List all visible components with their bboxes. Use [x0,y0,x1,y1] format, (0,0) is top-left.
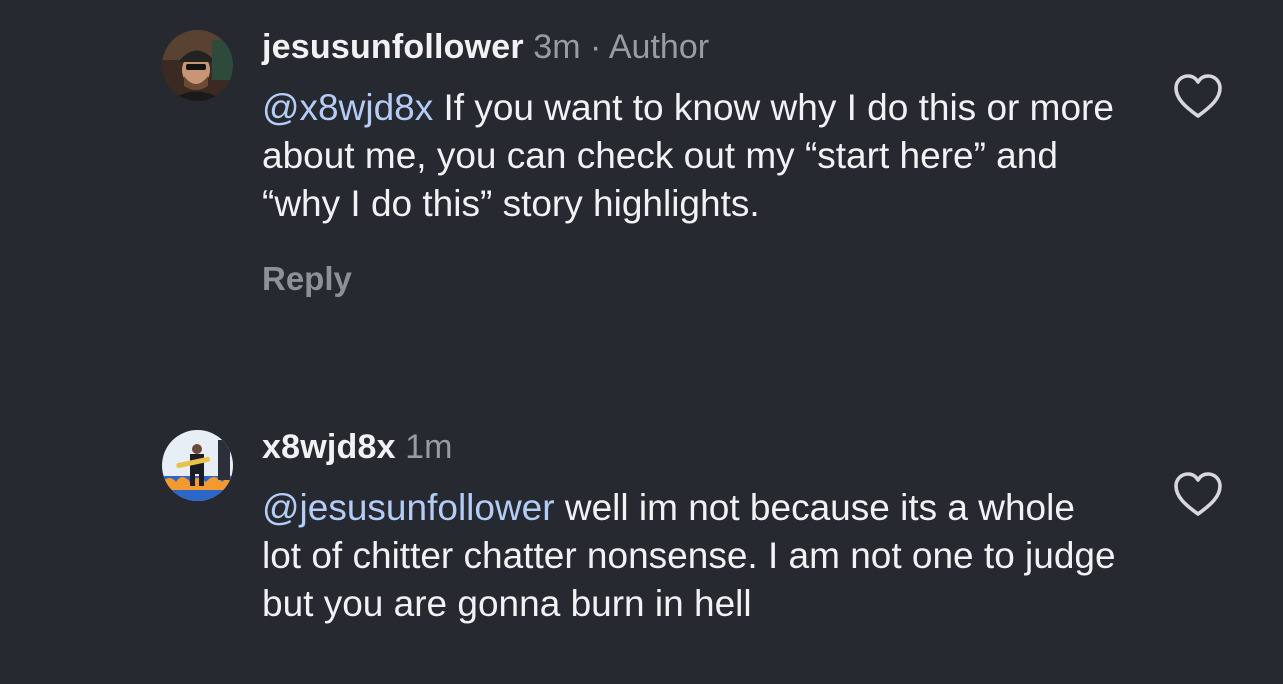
heart-outline-icon [1174,74,1222,118]
comment-content: x8wjd8x 1m @jesusunfollower well im not … [262,426,1142,628]
username[interactable]: jesusunfollower [262,28,524,66]
avatar[interactable] [162,30,233,101]
comment-meta: x8wjd8x 1m [262,426,1142,468]
username[interactable]: x8wjd8x [262,428,396,466]
comment-thread: jesusunfollower 3m · Author @x8wjd8x If … [0,0,1283,684]
mention-link[interactable]: @jesusunfollower [262,487,555,528]
profile-photo-icon [162,430,233,501]
like-button[interactable] [1172,72,1224,120]
mention-link[interactable]: @x8wjd8x [262,87,433,128]
reply-button[interactable]: Reply [262,260,1142,298]
avatar[interactable] [162,430,233,501]
comment-meta: jesusunfollower 3m · Author [262,26,1142,68]
heart-outline-icon [1174,472,1222,516]
like-button[interactable] [1172,470,1224,518]
timestamp: 1m [405,428,453,466]
comment-content: jesusunfollower 3m · Author @x8wjd8x If … [262,26,1142,298]
comment-text: @jesusunfollower well im not because its… [262,484,1122,628]
profile-photo-icon [162,30,233,101]
author-badge: Author [608,28,710,66]
separator: · [589,28,602,66]
comment-text: @x8wjd8x If you want to know why I do th… [262,84,1122,228]
timestamp: 3m [533,28,581,66]
